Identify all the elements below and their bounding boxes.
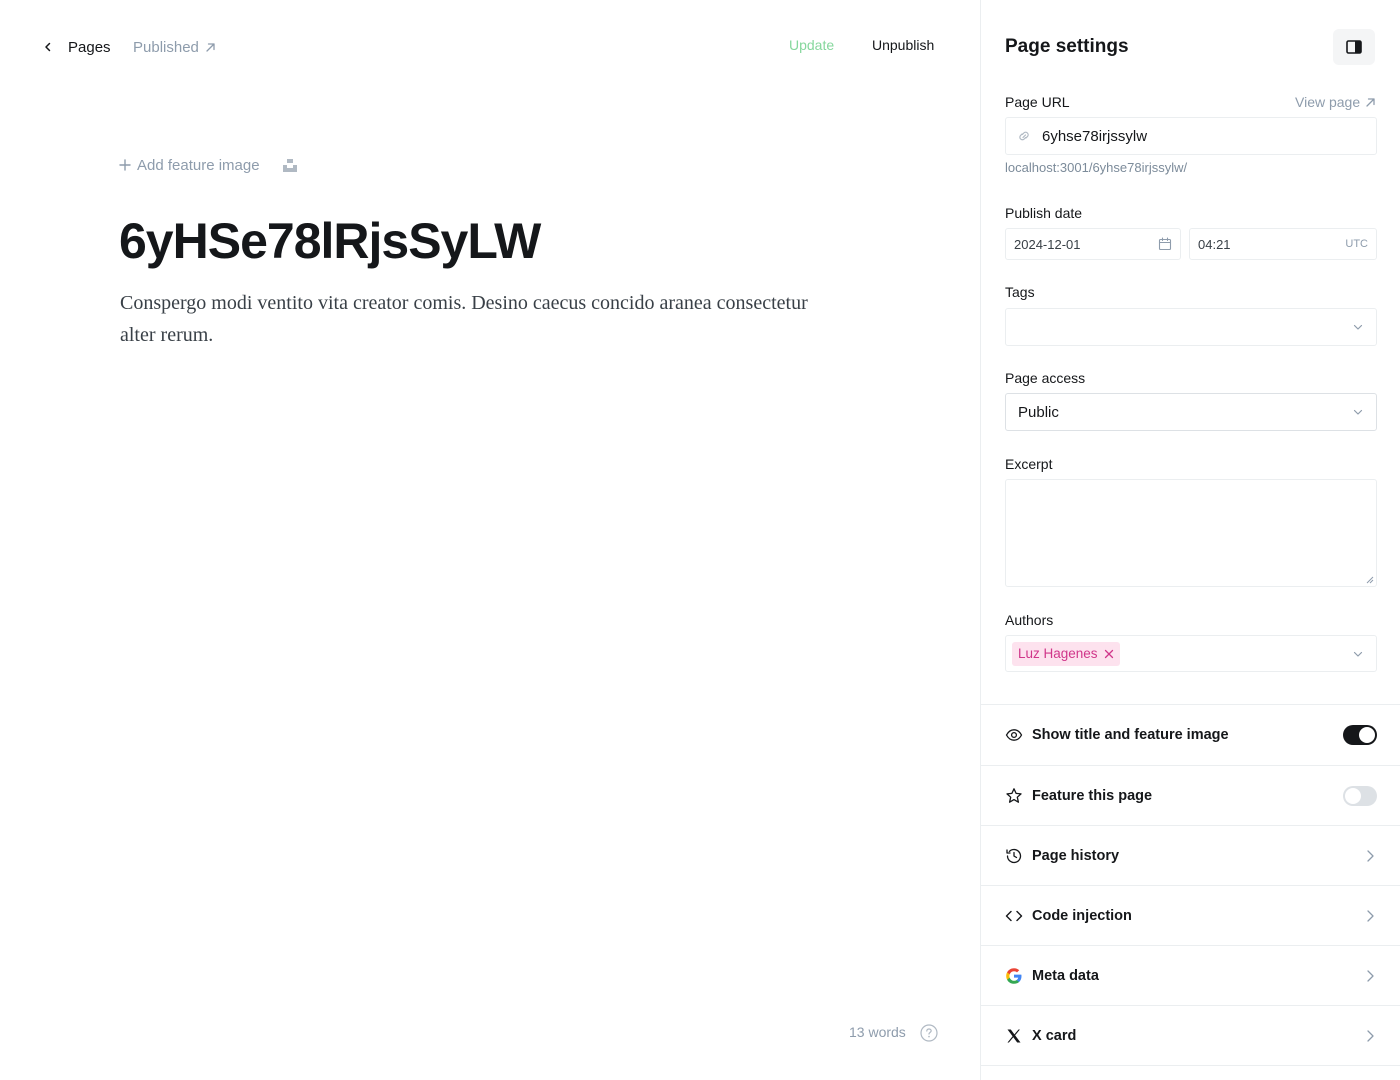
resize-grip-icon[interactable] xyxy=(1366,576,1374,584)
publish-time-input[interactable]: 04:21 UTC xyxy=(1189,228,1377,260)
editor-topbar: Pages Published Update Unpublish xyxy=(0,0,980,94)
page-url-value: 6yhse78irjssylw xyxy=(1042,127,1148,145)
excerpt-textarea[interactable] xyxy=(1005,479,1377,587)
show-title-row[interactable]: Show title and feature image xyxy=(981,704,1400,765)
help-icon[interactable] xyxy=(920,1024,938,1042)
update-button[interactable]: Update xyxy=(789,37,834,53)
post-body[interactable]: Conspergo modi ventito vita creator comi… xyxy=(120,287,820,351)
arrow-up-right-icon xyxy=(206,42,215,52)
status-label: Published xyxy=(133,38,199,56)
chevron-down-icon xyxy=(1353,651,1363,657)
back-to-pages-link[interactable]: Pages xyxy=(40,36,111,58)
chevron-right-icon xyxy=(1367,970,1374,982)
x-card-label: X card xyxy=(1032,1027,1077,1044)
tags-select[interactable] xyxy=(1005,308,1377,346)
authors-select[interactable]: Luz Hagenes xyxy=(1005,635,1377,672)
eye-icon xyxy=(1005,726,1023,744)
add-feature-image-label: Add feature image xyxy=(137,156,260,174)
close-icon[interactable] xyxy=(1104,649,1114,659)
view-page-label: View page xyxy=(1295,94,1361,110)
unsplash-icon[interactable] xyxy=(282,157,298,173)
page-access-select[interactable]: Public xyxy=(1005,393,1377,431)
feature-page-toggle[interactable] xyxy=(1343,786,1377,806)
plus-icon xyxy=(119,159,131,171)
chevron-down-icon xyxy=(1353,324,1363,330)
page-url-label: Page URL xyxy=(1005,94,1070,110)
author-chip[interactable]: Luz Hagenes xyxy=(1012,641,1120,666)
post-title[interactable]: 6yHSe78lRjsSyLW xyxy=(119,208,541,274)
chevron-right-icon xyxy=(1367,1029,1374,1042)
published-status-link[interactable]: Published xyxy=(133,36,216,58)
publish-date-label: Publish date xyxy=(1005,205,1083,221)
tags-label: Tags xyxy=(1005,284,1035,300)
page-access-value: Public xyxy=(1018,403,1059,421)
chevron-left-icon xyxy=(40,39,56,55)
show-title-toggle[interactable] xyxy=(1343,725,1377,745)
editor: Pages Published Update Unpublish Add fea… xyxy=(0,0,980,1080)
page-history-row[interactable]: Page history xyxy=(981,825,1400,886)
panel-title: Page settings xyxy=(1005,36,1129,57)
meta-data-label: Meta data xyxy=(1032,968,1099,984)
show-title-label: Show title and feature image xyxy=(1032,727,1229,743)
sidebar-toggle-icon xyxy=(1346,40,1362,54)
timezone-label: UTC xyxy=(1345,238,1368,250)
meta-data-row[interactable]: Meta data xyxy=(981,945,1400,1006)
author-name: Luz Hagenes xyxy=(1018,646,1098,661)
page-url-hint: localhost:3001/6yhse78irjssylw/ xyxy=(1005,160,1188,175)
code-injection-row[interactable]: Code injection xyxy=(981,885,1400,946)
excerpt-label: Excerpt xyxy=(1005,456,1053,472)
publish-date-input[interactable]: 2024-12-01 xyxy=(1005,228,1181,260)
unpublish-button[interactable]: Unpublish xyxy=(872,37,934,53)
publish-time-value: 04:21 xyxy=(1198,236,1231,252)
chevron-down-icon xyxy=(1353,409,1363,415)
x-card-row[interactable]: X card xyxy=(981,1005,1400,1066)
publish-date-value: 2024-12-01 xyxy=(1014,236,1081,252)
page-access-label: Page access xyxy=(1005,370,1086,386)
add-feature-image-button[interactable]: Add feature image xyxy=(119,157,260,174)
chevron-right-icon xyxy=(1367,850,1374,862)
arrow-up-right-icon xyxy=(1366,97,1375,107)
view-page-link[interactable]: View page xyxy=(1295,94,1376,110)
back-label: Pages xyxy=(68,38,111,56)
google-icon xyxy=(1005,967,1023,985)
star-icon xyxy=(1005,787,1023,805)
page-history-label: Page history xyxy=(1032,848,1120,864)
calendar-icon xyxy=(1158,237,1172,251)
feature-image-row: Add feature image xyxy=(119,154,298,176)
feature-page-row[interactable]: Feature this page xyxy=(981,765,1400,826)
toggle-sidebar-button[interactable] xyxy=(1333,29,1375,65)
page-settings-panel: Page settings Page URL View page 6yhse78… xyxy=(980,0,1400,1080)
feature-page-label: Feature this page xyxy=(1032,788,1153,804)
authors-label: Authors xyxy=(1005,612,1054,628)
link-icon xyxy=(1019,131,1029,141)
word-count: 13 words xyxy=(849,1024,906,1040)
page-url-input[interactable]: 6yhse78irjssylw xyxy=(1005,117,1377,155)
history-icon xyxy=(1005,847,1023,865)
chevron-right-icon xyxy=(1367,910,1374,922)
code-injection-label: Code injection xyxy=(1032,908,1132,924)
x-logo-icon xyxy=(1005,1027,1023,1045)
code-icon xyxy=(1005,907,1023,925)
